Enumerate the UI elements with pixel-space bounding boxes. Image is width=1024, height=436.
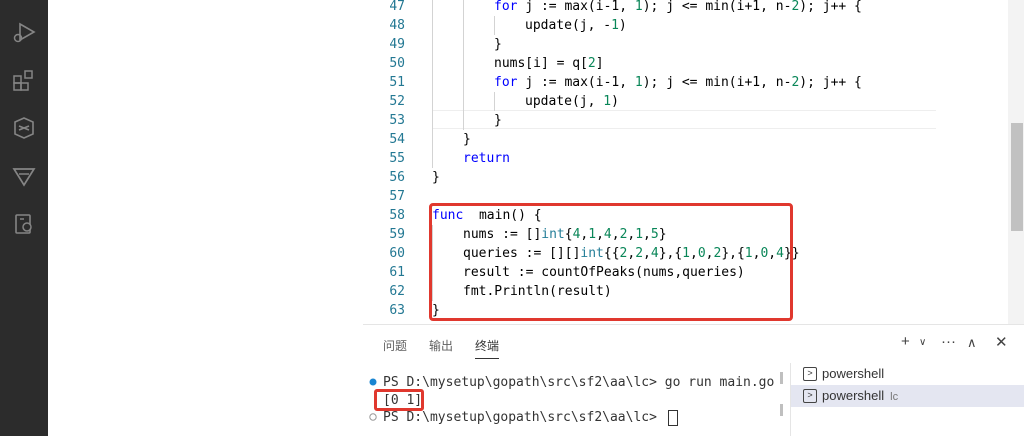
- code-line: 53}: [363, 111, 1024, 130]
- tab-problems[interactable]: 问题: [383, 337, 407, 354]
- terminal-icon: >: [803, 367, 817, 381]
- annotation-box-output: [374, 389, 424, 411]
- line-number: 52: [389, 94, 405, 109]
- indent-guide: [432, 0, 433, 16]
- code-text: }: [494, 37, 502, 52]
- code-text: return: [463, 151, 510, 166]
- command-pending-icon: [369, 413, 377, 421]
- indent-guide: [463, 92, 464, 111]
- code-line: 55 return: [363, 149, 1024, 168]
- indent-guide: [432, 130, 433, 149]
- code-line: 49}: [363, 35, 1024, 54]
- docker-icon[interactable]: [10, 210, 38, 238]
- code-text: update(j, -1): [525, 18, 627, 33]
- code-text: update(j, 1): [525, 94, 619, 109]
- terminal-session-list: > powershell > powershell lc: [790, 363, 1024, 436]
- indent-guide: [463, 73, 464, 92]
- indent-guide: [463, 111, 464, 130]
- indent-guide: [463, 54, 464, 73]
- indent-guide: [463, 0, 464, 16]
- indent-guide: [432, 16, 433, 35]
- code-text: for j := max(i-1, 1); j <= min(i+1, n-2)…: [494, 75, 862, 90]
- indent-guide: [432, 73, 433, 92]
- code-line: 56}: [363, 168, 1024, 187]
- run-debug-icon[interactable]: [10, 18, 38, 46]
- terminal-scroll-mark-2: [780, 404, 783, 416]
- activity-bar: [0, 0, 48, 436]
- sidebar-area: [48, 0, 363, 436]
- line-number: 60: [389, 246, 405, 261]
- indent-guide: [432, 149, 433, 168]
- line-number: 58: [389, 208, 405, 223]
- terminal-view[interactable]: PS D:\mysetup\gopath\src\sf2\aa\lc> go r…: [363, 363, 783, 436]
- code-text: for j := max(i-1, 1); j <= min(i+1, n-2)…: [494, 0, 862, 14]
- new-terminal-icon[interactable]: +: [901, 333, 910, 350]
- line-number: 51: [389, 75, 405, 90]
- line-number: 53: [389, 113, 405, 128]
- command-success-icon: [369, 378, 377, 386]
- line-number: 57: [389, 189, 405, 204]
- line-number: 59: [389, 227, 405, 242]
- line-number: 55: [389, 151, 405, 166]
- chevron-down-icon[interactable]: ∨: [919, 337, 926, 348]
- code-text: }: [463, 132, 471, 147]
- code-text: nums[i] = q[2]: [494, 56, 604, 71]
- code-text: }: [432, 170, 440, 185]
- indent-guide: [432, 35, 433, 54]
- code-line: 54}: [363, 130, 1024, 149]
- terminal-icon: >: [803, 389, 817, 403]
- indent-guide: [432, 111, 433, 130]
- terminal-cursor: [667, 409, 678, 426]
- indent-guide: [463, 16, 464, 35]
- indent-guide: [463, 35, 464, 54]
- annotation-box-main: [429, 203, 793, 321]
- tab-output[interactable]: 输出: [429, 337, 453, 354]
- indent-guide: [432, 54, 433, 73]
- terminal-session-1[interactable]: > powershell: [791, 363, 1024, 385]
- line-number: 48: [389, 18, 405, 33]
- terminal-scroll-mark: [780, 372, 783, 384]
- indent-guide: [432, 92, 433, 111]
- code-line: 48 update(j, -1): [363, 16, 1024, 35]
- terminal-line-3: PS D:\mysetup\gopath\src\sf2\aa\lc>: [383, 409, 678, 426]
- maximize-panel-icon[interactable]: ∧: [967, 335, 977, 351]
- code-line: 51 for j := max(i-1, 1); j <= min(i+1, n-…: [363, 73, 1024, 92]
- line-number: 61: [389, 265, 405, 280]
- tab-terminal[interactable]: 终端: [475, 337, 500, 359]
- close-panel-icon[interactable]: ✕: [995, 333, 1008, 351]
- code-text: }: [494, 113, 502, 128]
- line-number: 62: [389, 284, 405, 299]
- line-number: 56: [389, 170, 405, 185]
- extensions-icon[interactable]: [10, 66, 38, 94]
- editor-scroll-thumb[interactable]: [1011, 123, 1023, 231]
- terminal-session-label: powershell: [822, 366, 885, 381]
- line-number: 50: [389, 56, 405, 71]
- line-number: 49: [389, 37, 405, 52]
- line-number: 54: [389, 132, 405, 147]
- indent-guide: [494, 92, 495, 111]
- terminal-session-2[interactable]: > powershell lc: [791, 385, 1024, 407]
- code-line: 52 update(j, 1): [363, 92, 1024, 111]
- line-number: 47: [389, 0, 405, 14]
- testing-icon[interactable]: [10, 162, 38, 190]
- remote-explorer-icon[interactable]: [10, 114, 38, 142]
- indent-guide: [494, 16, 495, 35]
- code-line: 50 nums[i] = q[2]: [363, 54, 1024, 73]
- terminal-session-label: powershell: [822, 388, 885, 403]
- code-line: 47 for j := max(i-1, 1); j <= min(i+1, n-…: [363, 0, 1024, 16]
- line-number: 63: [389, 303, 405, 318]
- terminal-session-sub: lc: [890, 391, 899, 403]
- terminal-line-1: PS D:\mysetup\gopath\src\sf2\aa\lc> go r…: [383, 375, 775, 390]
- more-actions-icon[interactable]: ···: [941, 333, 956, 350]
